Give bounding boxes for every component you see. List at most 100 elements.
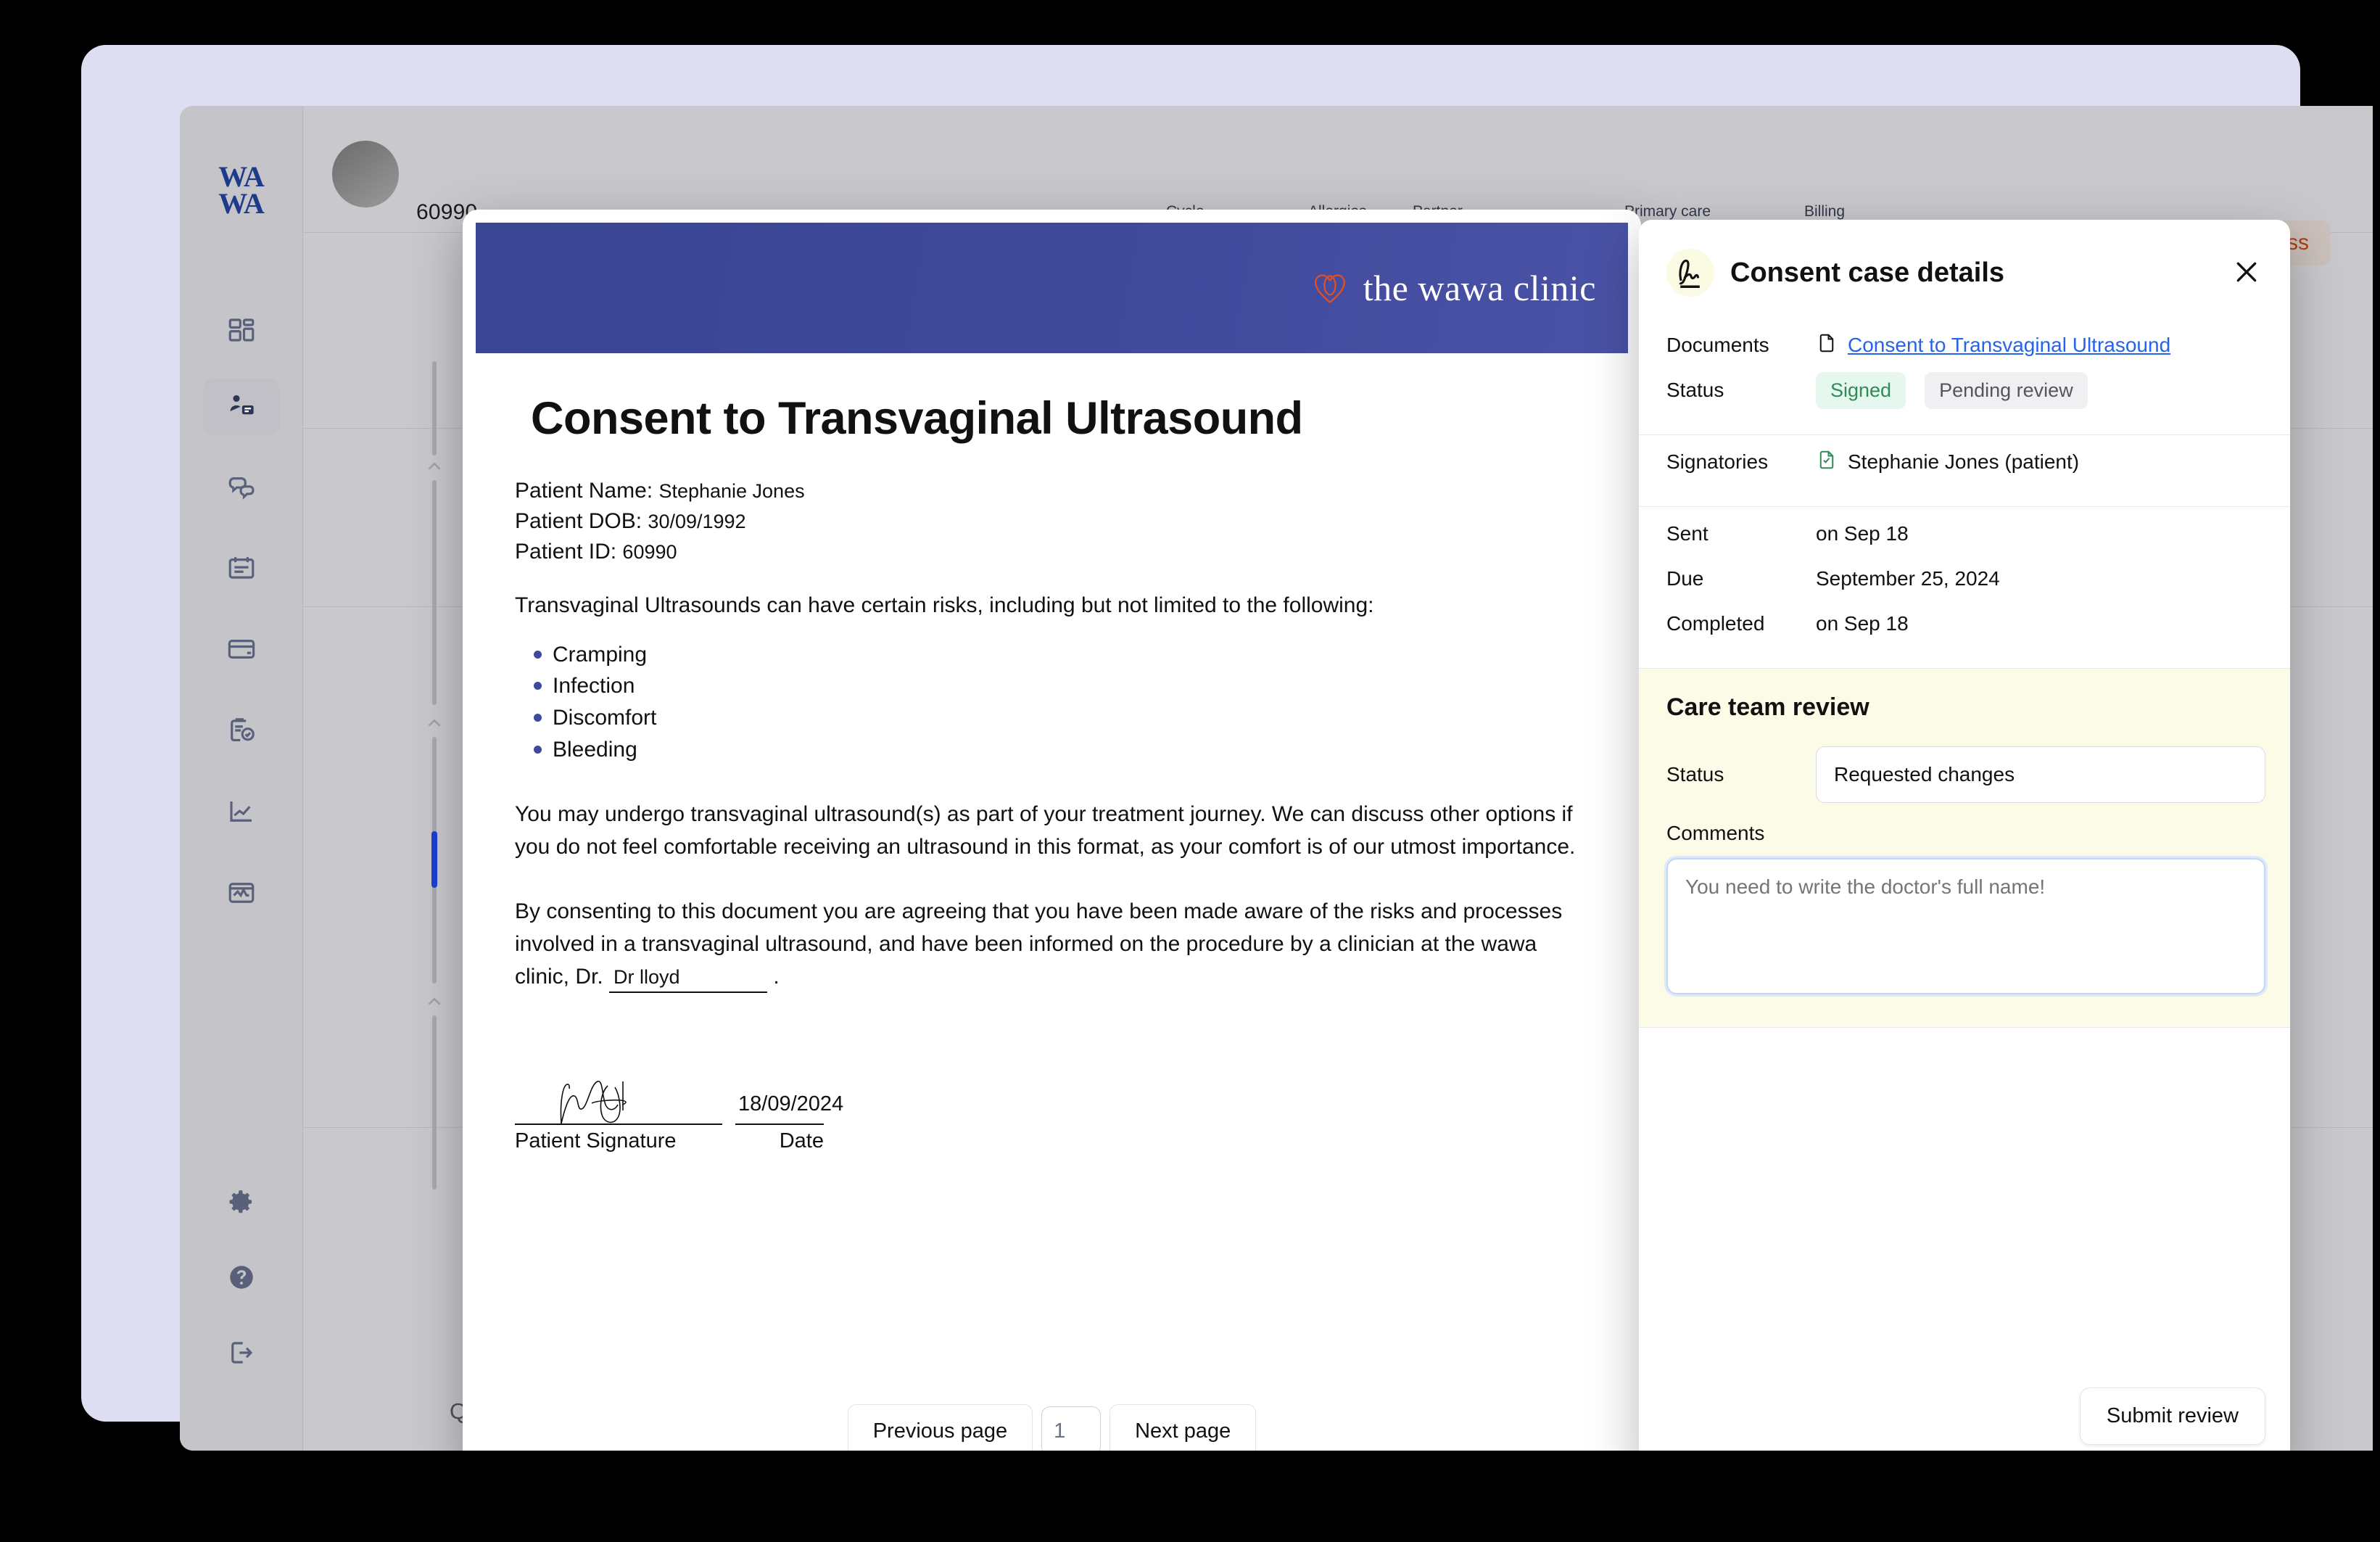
document-preview-modal: the wawa clinic Consent to Transvaginal … bbox=[463, 210, 1641, 1451]
list-item: Discomfort bbox=[534, 702, 1589, 734]
field-label: Patient DOB: bbox=[515, 509, 642, 534]
documents-status-section: Documents Consent to Transvaginal Ultras… bbox=[1639, 318, 2290, 435]
clinician-name-blank: Dr lloyd bbox=[609, 962, 768, 994]
close-button[interactable] bbox=[2228, 254, 2265, 292]
signatory-name: Stephanie Jones (patient) bbox=[1848, 450, 2080, 473]
due-value: September 25, 2024 bbox=[1816, 567, 2000, 590]
panel-title: Consent case details bbox=[1730, 257, 2005, 288]
document-body: Consent to Transvaginal Ultrasound Patie… bbox=[463, 353, 1641, 1298]
care-team-review-heading: Care team review bbox=[1666, 693, 1869, 721]
paragraph-2-period: . bbox=[773, 964, 780, 989]
care-team-review-section: Care team review Status Requested change… bbox=[1639, 669, 2290, 1028]
document-link[interactable]: Consent to Transvaginal Ultrasound bbox=[1848, 334, 2170, 357]
completed-value: on Sep 18 bbox=[1816, 612, 1909, 635]
document-pagination: Previous page Next page bbox=[463, 1388, 1641, 1451]
signature-date-value: 18/09/2024 bbox=[738, 1092, 844, 1116]
sent-row: Sent on Sep 18 bbox=[1666, 511, 2265, 556]
previous-page-button[interactable]: Previous page bbox=[847, 1403, 1033, 1451]
submit-review-button[interactable]: Submit review bbox=[2079, 1388, 2265, 1445]
signature-area: Patient Signature 18/09/2024 Date bbox=[515, 1063, 1589, 1153]
messages-icon bbox=[226, 471, 257, 506]
chevron-up-icon[interactable] bbox=[423, 712, 445, 734]
field-value: 30/09/1992 bbox=[648, 511, 746, 533]
comments-label: Comments bbox=[1666, 822, 1765, 844]
sent-label: Sent bbox=[1666, 522, 1708, 545]
app-window: WA WA 60990 Primary care Billing the waw… bbox=[180, 106, 2373, 1451]
clinic-brand-name: the wawa clinic bbox=[1363, 268, 1596, 308]
sidebar-item-messages[interactable] bbox=[222, 469, 261, 508]
completed-label: Completed bbox=[1666, 612, 1765, 635]
document-title: Consent to Transvaginal Ultrasound bbox=[531, 393, 1303, 444]
field-patient-id: Patient ID: 60990 bbox=[515, 537, 1589, 566]
documents-label: Documents bbox=[1666, 334, 1769, 356]
list-item: Infection bbox=[534, 670, 1589, 702]
field-value: 60990 bbox=[622, 541, 677, 564]
close-icon bbox=[2232, 257, 2261, 289]
review-status-row: Status Requested changes bbox=[1666, 746, 2265, 803]
sidebar-item-logout[interactable] bbox=[222, 1335, 261, 1374]
clipboard-check-icon bbox=[226, 715, 257, 749]
sidebar-item-monitoring[interactable] bbox=[222, 875, 261, 914]
timeline-section: Sent on Sep 18 Due September 25, 2024 Co… bbox=[1639, 507, 2290, 669]
help-circle-icon bbox=[226, 1262, 257, 1296]
monitoring-icon bbox=[226, 878, 257, 912]
wawa-heart-logo-icon bbox=[1310, 268, 1350, 308]
signature-icon bbox=[1666, 249, 1714, 297]
sidebar: WA WA bbox=[180, 106, 303, 1451]
logout-icon bbox=[226, 1337, 257, 1372]
status-row: Status Signed Pending review bbox=[1666, 368, 2265, 413]
calendar-notes-icon bbox=[226, 553, 257, 587]
review-status-select[interactable]: Requested changes bbox=[1816, 746, 2265, 803]
signatories-section: Signatories Stephanie Jones (patient) bbox=[1639, 435, 2290, 507]
sidebar-item-dashboard[interactable] bbox=[222, 312, 261, 351]
sidebar-item-patient-records[interactable] bbox=[202, 379, 280, 435]
tab-billing[interactable]: Billing bbox=[1804, 203, 1845, 220]
document-page: the wawa clinic Consent to Transvaginal … bbox=[463, 223, 1641, 1299]
document-scroll-area[interactable]: the wawa clinic Consent to Transvaginal … bbox=[463, 210, 1641, 1388]
sidebar-item-calendar-notes[interactable] bbox=[222, 550, 261, 589]
due-label: Due bbox=[1666, 567, 1704, 590]
review-status-label: Status bbox=[1666, 763, 1724, 786]
field-label: Patient Name: bbox=[515, 479, 653, 503]
document-file-icon bbox=[1816, 332, 1838, 359]
timeline-track-segment bbox=[432, 480, 437, 705]
chevron-up-icon[interactable] bbox=[423, 455, 445, 477]
sidebar-item-help[interactable] bbox=[222, 1259, 261, 1298]
status-badge-signed: Signed bbox=[1816, 371, 1906, 409]
avatar bbox=[332, 141, 399, 207]
field-patient-dob: Patient DOB: 30/09/1992 bbox=[515, 507, 1589, 536]
patient-signature-block: Patient Signature bbox=[515, 1063, 722, 1153]
list-item: Bleeding bbox=[534, 734, 1589, 766]
dashboard-icon bbox=[226, 315, 257, 349]
signed-document-check-icon bbox=[1816, 449, 1838, 476]
next-page-button[interactable]: Next page bbox=[1110, 1403, 1257, 1451]
documents-row: Documents Consent to Transvaginal Ultras… bbox=[1666, 323, 2265, 368]
list-item: Cramping bbox=[534, 639, 1589, 671]
comments-textarea[interactable] bbox=[1664, 856, 2268, 997]
document-intro-paragraph: Transvaginal Ultrasounds can have certai… bbox=[515, 593, 1374, 617]
sidebar-item-billing[interactable] bbox=[222, 631, 261, 670]
page-number-input[interactable] bbox=[1041, 1406, 1102, 1451]
sidebar-item-settings[interactable] bbox=[222, 1184, 261, 1223]
status-badge-pending: Pending review bbox=[1925, 371, 2088, 409]
document-paragraph-1: You may undergo transvaginal ultrasound(… bbox=[515, 801, 1576, 859]
settings-gear-icon bbox=[226, 1187, 257, 1221]
timeline-track-segment bbox=[432, 1015, 437, 1190]
field-patient-name: Patient Name: Stephanie Jones bbox=[515, 477, 1589, 506]
document-banner: the wawa clinic bbox=[476, 223, 1628, 353]
handwritten-signature-icon bbox=[560, 1081, 627, 1124]
document-paragraph-2: By consenting to this document you are a… bbox=[515, 895, 1589, 994]
chevron-up-icon[interactable] bbox=[423, 991, 445, 1013]
timeline-active-marker bbox=[431, 831, 437, 888]
signatories-label: Signatories bbox=[1666, 450, 1769, 473]
billing-card-icon bbox=[226, 634, 257, 668]
status-label: Status bbox=[1666, 379, 1724, 401]
analytics-icon bbox=[226, 796, 257, 830]
signature-caption: Patient Signature bbox=[515, 1129, 677, 1153]
signatories-row: Signatories Stephanie Jones (patient) bbox=[1666, 440, 2265, 485]
sidebar-item-tasks[interactable] bbox=[222, 712, 261, 751]
signature-date-block: 18/09/2024 Date bbox=[735, 1063, 843, 1153]
panel-footer: Submit review bbox=[1639, 1388, 2290, 1451]
sidebar-item-analytics[interactable] bbox=[222, 793, 261, 833]
completed-row: Completed on Sep 18 bbox=[1666, 601, 2265, 646]
